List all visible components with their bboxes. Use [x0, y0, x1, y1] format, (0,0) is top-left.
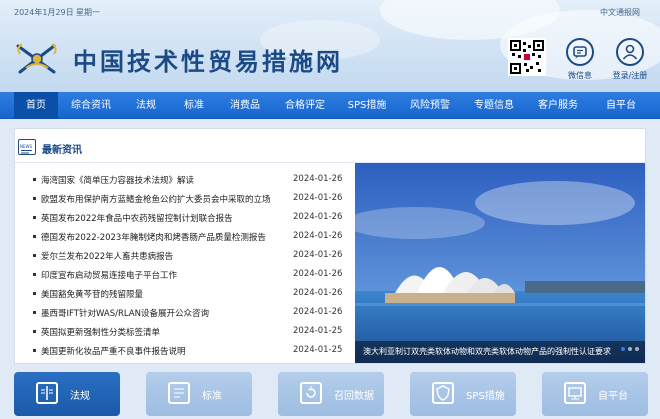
nav-item-standards[interactable]: 标准 — [172, 92, 216, 119]
news-icon: NEWS — [18, 139, 36, 155]
news-item-title[interactable]: 英国拟更新强制性分类标签清单 — [41, 326, 275, 338]
nav-item-customer-service[interactable]: 客户服务 — [530, 92, 586, 119]
notification-site-link[interactable]: 中文通报网 — [600, 7, 640, 18]
nav-item-sps[interactable]: SPS措施 — [340, 92, 394, 119]
nav-item-home[interactable]: 首页 — [14, 92, 58, 119]
list-item[interactable]: 海湾国家《简单压力容器技术法规》解读 2024-01-26 — [33, 171, 353, 190]
news-item-date: 2024-01-26 — [293, 231, 343, 241]
quick-link-label: 自平台 — [598, 391, 628, 402]
quick-link-label: 召回数据 — [334, 391, 374, 402]
nav-item-consumer-goods[interactable]: 消费品 — [220, 92, 270, 119]
bullet — [33, 197, 36, 200]
nav-item-conformity[interactable]: 合格评定 — [276, 92, 334, 119]
bullet — [33, 349, 36, 352]
news-item-date: 2024-01-26 — [293, 250, 343, 260]
news-item-title[interactable]: 墨西哥IFT针对WAS/RLAN设备展开公众咨询 — [41, 307, 275, 319]
bullet — [33, 235, 36, 238]
quick-link-self-platform[interactable]: 自平台 — [542, 372, 648, 416]
platform-icon — [564, 382, 586, 404]
news-section-title: 最新资讯 — [42, 145, 82, 156]
list-item[interactable]: 爱尔兰发布2022年人畜共患病报告 2024-01-26 — [33, 247, 353, 266]
news-item-date: 2024-01-26 — [293, 193, 343, 203]
svg-text:NEWS: NEWS — [20, 144, 32, 149]
news-item-date: 2024-01-26 — [293, 288, 343, 298]
news-item-title[interactable]: 欧盟发布用保护南方蓝鳍金枪鱼公约扩大委员会中采取的立场 — [41, 193, 275, 205]
quick-link-label: 法规 — [70, 391, 90, 402]
news-panel: NEWS 最新资讯 海湾国家《简单压力容器技术法规》解读 2024-01-26 欧… — [14, 128, 646, 364]
wechat-label: 微信息 — [568, 71, 592, 80]
login-label: 登录/注册 — [612, 71, 648, 80]
news-item-title[interactable]: 美国豁免黄芩苷的残留限量 — [41, 288, 275, 300]
wechat-button[interactable]: 微信息 — [557, 38, 603, 81]
list-item[interactable]: 欧盟发布用保护南方蓝鳍金枪鱼公约扩大委员会中采取的立场 2024-01-26 — [33, 190, 353, 209]
list-item[interactable]: 墨西哥IFT针对WAS/RLAN设备展开公众咨询 2024-01-26 — [33, 304, 353, 323]
carousel-dots — [618, 336, 639, 355]
qr-code-icon — [508, 38, 546, 76]
news-item-title[interactable]: 爱尔兰发布2022年人畜共患病报告 — [41, 250, 275, 262]
bullet — [33, 216, 36, 219]
quick-link-standards[interactable]: 标准 — [146, 372, 252, 416]
news-item-title[interactable]: 海湾国家《简单压力容器技术法规》解读 — [41, 174, 275, 186]
top-bar: 2024年1月29日 星期一 中文通报网 — [0, 0, 660, 24]
quick-link-label: 标准 — [202, 391, 222, 402]
bullet — [33, 273, 36, 276]
news-item-date: 2024-01-25 — [293, 326, 343, 336]
quick-link-label: SPS措施 — [466, 391, 505, 402]
quick-link-regulations[interactable]: 法规 — [14, 372, 120, 416]
bullet — [33, 178, 36, 181]
user-icon — [616, 38, 644, 66]
bullet — [33, 254, 36, 257]
list-item[interactable]: 美国豁免黄芩苷的残留限量 2024-01-26 — [33, 285, 353, 304]
site-title: 中国技术性贸易措施网 — [73, 47, 343, 76]
main-nav: 首页 综合资讯 法规 标准 消费品 合格评定 SPS措施 风险预警 专题信息 客… — [0, 92, 660, 119]
quick-link-sps[interactable]: SPS措施 — [410, 372, 516, 416]
current-date: 2024年1月29日 — [14, 8, 74, 17]
list-item[interactable]: 德国发布2022-2023年腌制烤肉和烤香肠产品质量检测报告 2024-01-26 — [33, 228, 353, 247]
recall-icon — [300, 382, 322, 404]
nav-item-news[interactable]: 综合资讯 — [62, 92, 120, 119]
news-item-title[interactable]: 德国发布2022-2023年腌制烤肉和烤香肠产品质量检测报告 — [41, 231, 275, 243]
carousel-dot[interactable] — [621, 347, 625, 351]
quick-link-recall-data[interactable]: 召回数据 — [278, 372, 384, 416]
featured-photo-carousel[interactable]: 澳大利亚制订双壳类软体动物和双壳类软体动物产品的强制性认证要求 — [355, 163, 645, 363]
carousel-dot[interactable] — [635, 347, 639, 351]
bullet — [33, 311, 36, 314]
photo-caption[interactable]: 澳大利亚制订双壳类软体动物和双壳类软体动物产品的强制性认证要求 — [355, 341, 645, 363]
list-item[interactable]: 英国发布2022年食品中农药残留控制计划联合报告 2024-01-26 — [33, 209, 353, 228]
caduceus-logo-icon — [16, 43, 57, 74]
book-icon — [36, 382, 58, 404]
news-item-date: 2024-01-26 — [293, 269, 343, 279]
nav-item-risk-alert[interactable]: 风险预警 — [402, 92, 458, 119]
news-item-date: 2024-01-26 — [293, 212, 343, 222]
document-icon — [168, 382, 190, 404]
list-item[interactable]: 印度宣布启动贸易连接电子平台工作 2024-01-26 — [33, 266, 353, 285]
carousel-dot[interactable] — [628, 347, 632, 351]
bullet — [33, 330, 36, 333]
chat-icon — [566, 38, 594, 66]
shield-icon — [432, 382, 454, 404]
list-item[interactable]: 美国更新化妆品严重不良事件报告说明 2024-01-25 — [33, 342, 353, 361]
nav-item-topics[interactable]: 专题信息 — [466, 92, 522, 119]
login-register-button[interactable]: 登录/注册 — [607, 38, 653, 81]
news-item-date: 2024-01-26 — [293, 307, 343, 317]
sydney-opera-house-image — [355, 163, 645, 363]
current-weekday: 星期一 — [76, 8, 100, 17]
news-item-title[interactable]: 美国更新化妆品严重不良事件报告说明 — [41, 345, 275, 357]
news-list: 海湾国家《简单压力容器技术法规》解读 2024-01-26 欧盟发布用保护南方蓝鳍… — [33, 171, 353, 361]
news-item-date: 2024-01-25 — [293, 345, 343, 355]
news-item-title[interactable]: 英国发布2022年食品中农药残留控制计划联合报告 — [41, 212, 275, 224]
news-item-date: 2024-01-26 — [293, 174, 343, 184]
list-item[interactable]: 英国拟更新强制性分类标签清单 2024-01-25 — [33, 323, 353, 342]
news-item-title[interactable]: 印度宣布启动贸易连接电子平台工作 — [41, 269, 275, 281]
bullet — [33, 292, 36, 295]
nav-item-regulations[interactable]: 法规 — [124, 92, 168, 119]
nav-item-self-platform[interactable]: 自平台 — [596, 92, 646, 119]
